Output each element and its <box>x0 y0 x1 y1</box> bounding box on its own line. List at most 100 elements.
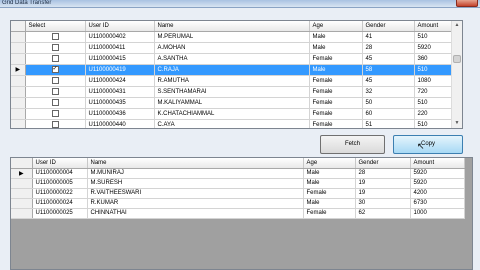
table-row[interactable]: U1100000436 K.CHATACHIAMMAL Female 60 220 <box>11 108 454 120</box>
row-header[interactable] <box>11 53 26 65</box>
column-header-gender[interactable]: Gender <box>355 158 411 169</box>
close-button[interactable] <box>456 0 478 7</box>
age-cell: Male <box>303 178 356 189</box>
select-checkbox[interactable] <box>51 32 59 40</box>
column-header-amount[interactable]: Amount <box>414 21 454 32</box>
age-cell: Female <box>309 75 363 87</box>
age-cell: Female <box>309 119 363 128</box>
column-header-gender[interactable]: Gender <box>362 21 415 32</box>
select-cell[interactable] <box>25 108 86 120</box>
scroll-down-icon[interactable]: ▼ <box>452 119 462 128</box>
select-checkbox[interactable] <box>51 43 59 51</box>
table-row[interactable]: U1100000424 R.AMUTHA Female 45 1080 <box>11 75 454 87</box>
gender-cell: 28 <box>355 168 411 179</box>
select-cell[interactable] <box>25 86 86 98</box>
source-grid-scrollbar[interactable]: ▲ ▼ <box>451 21 462 128</box>
age-cell: Male <box>303 168 356 179</box>
table-row[interactable]: U1100000022 R.VAITHEESWARI Female 19 4200 <box>11 188 465 199</box>
select-cell[interactable] <box>25 31 86 43</box>
amount-cell: 360 <box>414 53 454 65</box>
row-header[interactable] <box>11 119 26 128</box>
name-cell: M.PERUMAL <box>154 31 310 43</box>
amount-cell: 510 <box>414 64 454 76</box>
column-header-age[interactable]: Age <box>309 21 363 32</box>
row-header[interactable]: ▶ <box>11 168 33 179</box>
select-cell[interactable] <box>25 75 86 87</box>
destination-grid[interactable]: User ID Name Age Gender Amount ▶ U1100000… <box>10 157 473 270</box>
table-row[interactable]: U1100000440 C.AYA Female 51 510 <box>11 119 454 128</box>
name-cell: R.KUMAR <box>87 198 304 209</box>
select-cell[interactable] <box>25 119 86 128</box>
amount-cell: 1080 <box>414 75 454 87</box>
row-header[interactable] <box>11 178 33 189</box>
name-cell: M.KALIYAMMAL <box>154 97 310 109</box>
table-row[interactable]: U1100000025 CHINNATHAI Female 62 1000 <box>11 208 465 219</box>
select-checkbox[interactable] <box>51 76 59 84</box>
name-cell: C.RAJA <box>154 64 310 76</box>
table-row[interactable]: U1100000435 M.KALIYAMMAL Female 50 510 <box>11 97 454 109</box>
table-row[interactable]: U1100000024 R.KUMAR Male 30 6730 <box>11 198 465 209</box>
row-header[interactable] <box>11 31 26 43</box>
row-header[interactable] <box>11 86 26 98</box>
row-header[interactable] <box>11 42 26 54</box>
select-checkbox[interactable]: ✓ <box>51 65 59 73</box>
column-header-name[interactable]: Name <box>154 21 310 32</box>
row-header[interactable] <box>11 75 26 87</box>
column-header-select[interactable]: Select <box>25 21 86 32</box>
source-grid[interactable]: Select User ID Name Age Gender Amount U1… <box>10 20 463 129</box>
table-row[interactable]: U1100000402 M.PERUMAL Male 41 510 <box>11 31 454 43</box>
table-row[interactable]: U1100000005 M.SURESH Male 19 5920 <box>11 178 465 189</box>
column-header-user-id[interactable]: User ID <box>32 158 88 169</box>
select-checkbox[interactable] <box>51 98 59 106</box>
gender-cell: 30 <box>355 198 411 209</box>
select-checkbox[interactable] <box>51 120 59 128</box>
age-cell: Male <box>309 42 363 54</box>
table-row[interactable]: U1100000431 S.SENTHAMARAI Female 32 720 <box>11 86 454 98</box>
gender-cell: 60 <box>362 108 415 120</box>
column-header-name[interactable]: Name <box>87 158 304 169</box>
row-header[interactable] <box>11 188 33 199</box>
gender-cell: 45 <box>362 53 415 65</box>
select-checkbox[interactable] <box>51 109 59 117</box>
table-row[interactable]: ▶ ✓ U1100000419 C.RAJA Male 58 510 <box>11 64 454 76</box>
select-cell[interactable] <box>25 53 86 65</box>
name-cell: M.MUNIRAJ <box>87 168 304 179</box>
row-header[interactable] <box>11 208 33 219</box>
select-cell[interactable] <box>25 97 86 109</box>
table-row[interactable]: U1100000411 A.MOHAN Male 28 5920 <box>11 42 454 54</box>
scroll-up-icon[interactable]: ▲ <box>452 21 462 30</box>
row-indicator-icon: ▶ <box>18 170 24 177</box>
amount-cell: 720 <box>414 86 454 98</box>
column-header-amount[interactable]: Amount <box>410 158 465 169</box>
age-cell: Male <box>309 64 363 76</box>
gender-cell: 62 <box>355 208 411 219</box>
select-checkbox[interactable] <box>51 87 59 95</box>
row-header[interactable]: ▶ <box>11 64 26 76</box>
user-id-cell: U1100000424 <box>85 75 155 87</box>
window-title: Grid Data Transfer <box>2 0 52 6</box>
column-header-user-id[interactable]: User ID <box>85 21 155 32</box>
row-header[interactable] <box>11 108 26 120</box>
amount-cell: 220 <box>414 108 454 120</box>
row-header[interactable] <box>11 97 26 109</box>
age-cell: Female <box>309 97 363 109</box>
user-id-cell: U1100000431 <box>85 86 155 98</box>
scroll-thumb[interactable] <box>453 55 461 63</box>
select-checkbox[interactable] <box>51 54 59 62</box>
select-cell[interactable]: ✓ <box>25 64 86 76</box>
amount-cell: 1000 <box>410 208 465 219</box>
name-cell: S.SENTHAMARAI <box>154 86 310 98</box>
name-cell: K.CHATACHIAMMAL <box>154 108 310 120</box>
name-cell: R.AMUTHA <box>154 75 310 87</box>
age-cell: Male <box>303 198 356 209</box>
table-row[interactable]: U1100000415 A.SANTHA Female 45 360 <box>11 53 454 65</box>
row-header[interactable] <box>11 198 33 209</box>
fetch-button[interactable]: Fetch <box>320 135 385 154</box>
user-id-cell: U1100000440 <box>85 119 155 128</box>
row-header-corner <box>11 21 26 32</box>
column-header-age[interactable]: Age <box>303 158 356 169</box>
table-row[interactable]: ▶ U1100000004 M.MUNIRAJ Male 28 5920 <box>11 168 465 179</box>
name-cell: CHINNATHAI <box>87 208 304 219</box>
copy-button[interactable]: Copy <box>393 135 463 154</box>
select-cell[interactable] <box>25 42 86 54</box>
